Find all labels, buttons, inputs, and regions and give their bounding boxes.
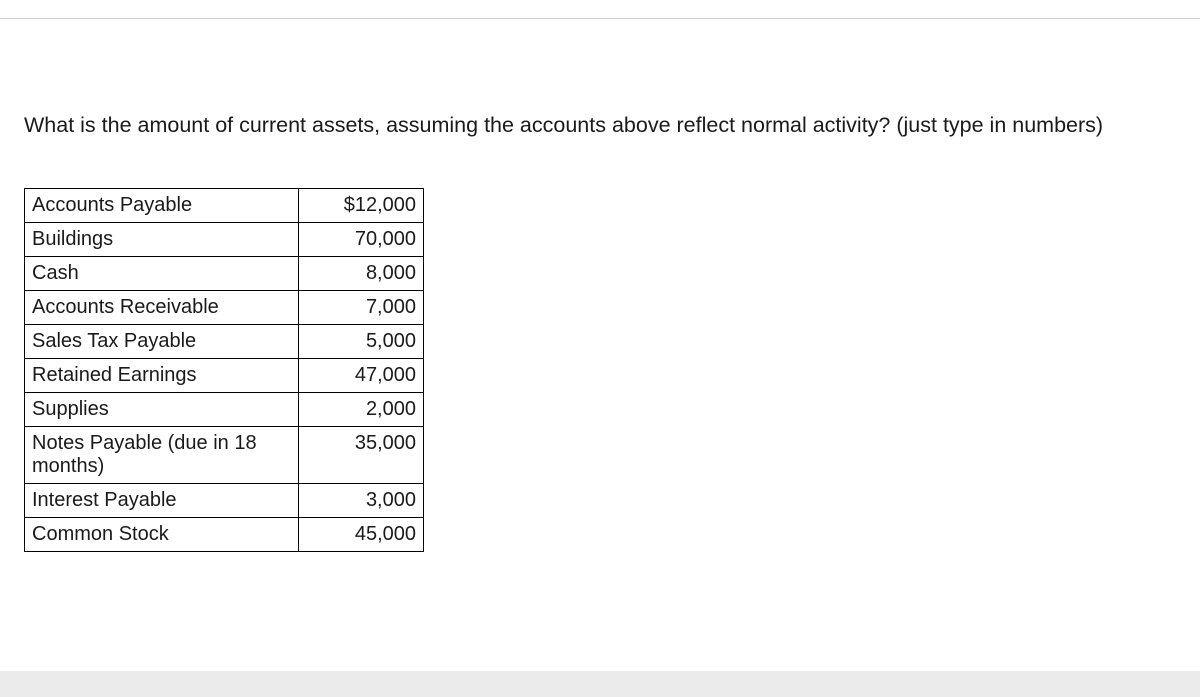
accounts-table: Accounts Payable $12,000 Buildings 70,00… — [24, 188, 424, 552]
account-value: 2,000 — [299, 393, 424, 427]
table-row: Common Stock 45,000 — [25, 518, 424, 552]
account-value: 5,000 — [299, 325, 424, 359]
table-row: Notes Payable (due in 18 months) 35,000 — [25, 427, 424, 484]
table-row: Interest Payable 3,000 — [25, 484, 424, 518]
account-label: Notes Payable (due in 18 months) — [25, 427, 299, 484]
content-container: What is the amount of current assets, as… — [0, 19, 1200, 552]
table-row: Accounts Receivable 7,000 — [25, 291, 424, 325]
account-label: Cash — [25, 257, 299, 291]
table-row: Accounts Payable $12,000 — [25, 189, 424, 223]
account-label: Interest Payable — [25, 484, 299, 518]
account-label: Buildings — [25, 223, 299, 257]
account-value: 45,000 — [299, 518, 424, 552]
account-label: Retained Earnings — [25, 359, 299, 393]
account-value: 3,000 — [299, 484, 424, 518]
account-label: Sales Tax Payable — [25, 325, 299, 359]
table-row: Retained Earnings 47,000 — [25, 359, 424, 393]
table-row: Supplies 2,000 — [25, 393, 424, 427]
account-value: 35,000 — [299, 427, 424, 484]
account-value: 47,000 — [299, 359, 424, 393]
account-value: $12,000 — [299, 189, 424, 223]
bottom-bar — [0, 671, 1200, 697]
account-value: 8,000 — [299, 257, 424, 291]
account-label: Supplies — [25, 393, 299, 427]
table-row: Buildings 70,000 — [25, 223, 424, 257]
account-value: 70,000 — [299, 223, 424, 257]
account-label: Accounts Payable — [25, 189, 299, 223]
account-value: 7,000 — [299, 291, 424, 325]
account-label: Common Stock — [25, 518, 299, 552]
account-label: Accounts Receivable — [25, 291, 299, 325]
table-row: Cash 8,000 — [25, 257, 424, 291]
table-row: Sales Tax Payable 5,000 — [25, 325, 424, 359]
question-text: What is the amount of current assets, as… — [24, 111, 1176, 140]
